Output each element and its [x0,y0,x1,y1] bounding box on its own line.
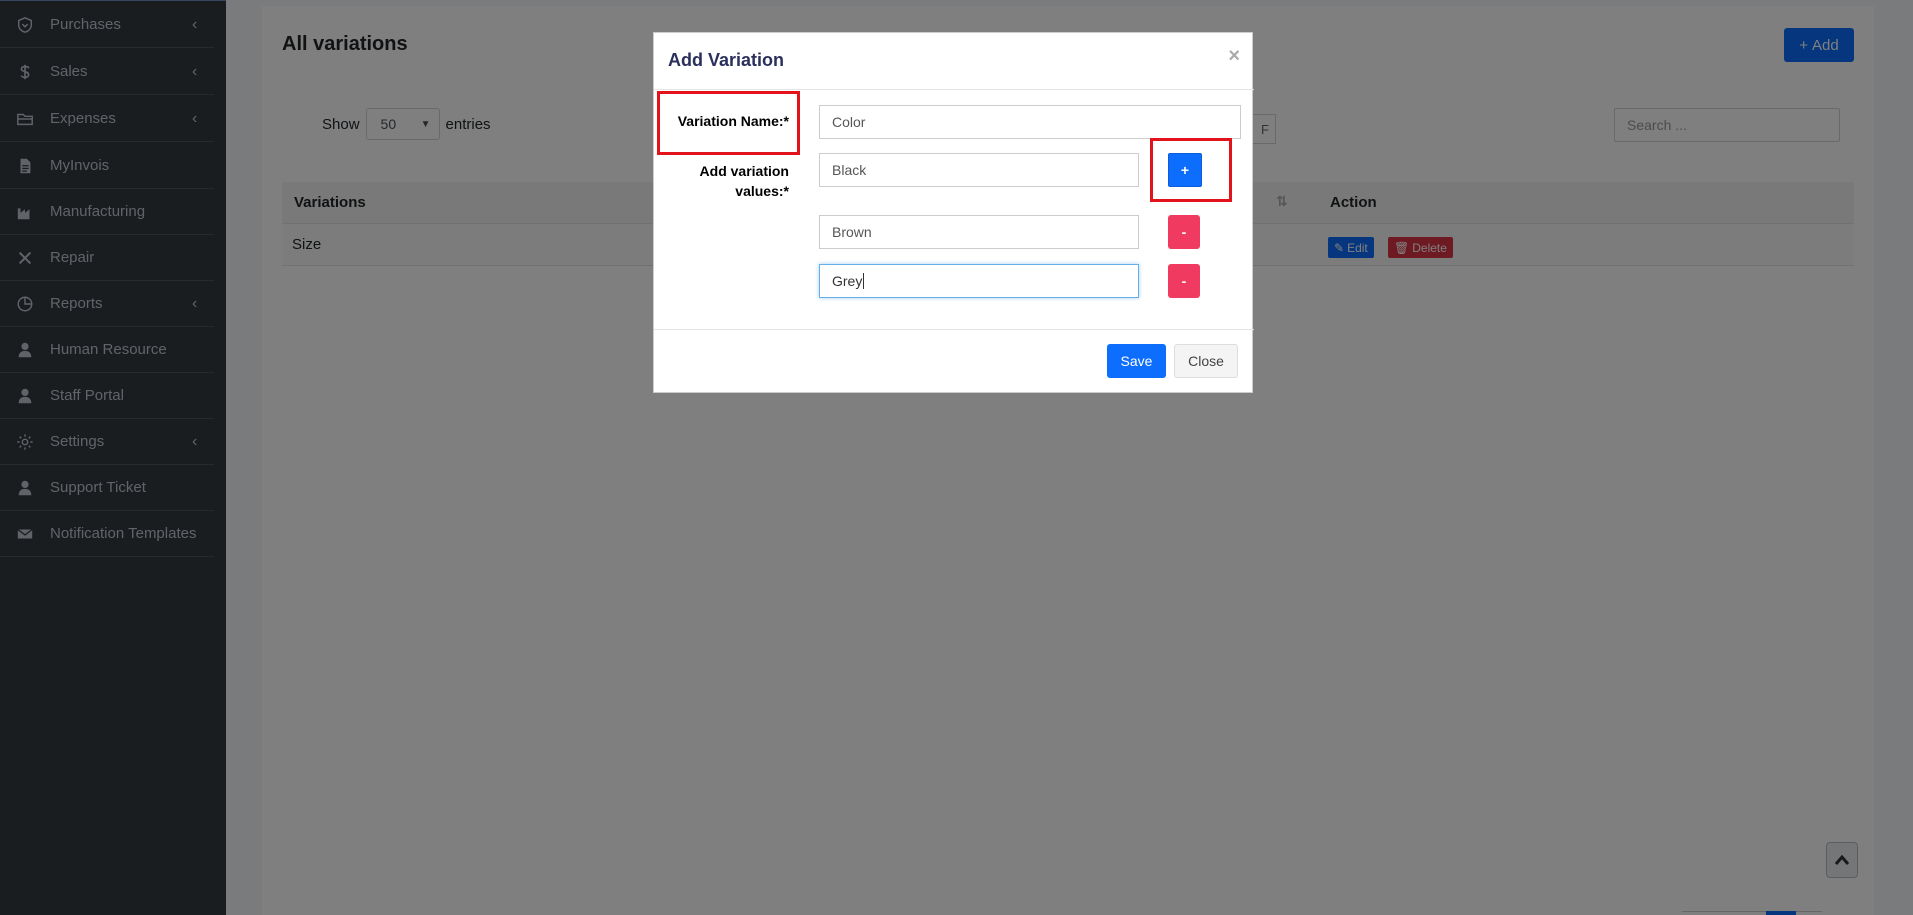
remove-value-button[interactable]: - [1168,215,1200,249]
close-icon[interactable]: × [1228,45,1240,68]
modal-footer: Save Close [654,329,1254,394]
variation-name-input[interactable]: Color [819,105,1241,139]
variation-values-label: Add variation values:* [664,161,789,201]
variation-values-label-line2: values:* [735,183,789,199]
variation-values-label-line1: Add variation [699,163,789,179]
variation-value: Brown [832,224,872,240]
variation-value-input[interactable]: Brown [819,215,1139,249]
modal-header: Add Variation × [654,33,1254,90]
variation-value: Black [832,162,867,178]
close-button[interactable]: Close [1174,344,1238,378]
modal-title: Add Variation [668,50,785,70]
text-caret [863,273,865,289]
save-button[interactable]: Save [1107,344,1166,378]
annotation-highlight-add-button [1150,138,1232,202]
variation-value-input[interactable]: Black [819,153,1139,187]
annotation-highlight-name-label [657,91,800,155]
remove-value-button[interactable]: - [1168,264,1200,298]
variation-value: Grey [832,273,863,289]
add-variation-modal: Add Variation × Variation Name:* Color A… [653,32,1254,394]
variation-name-value: Color [832,114,866,130]
variation-value-input[interactable]: Grey [819,264,1139,298]
